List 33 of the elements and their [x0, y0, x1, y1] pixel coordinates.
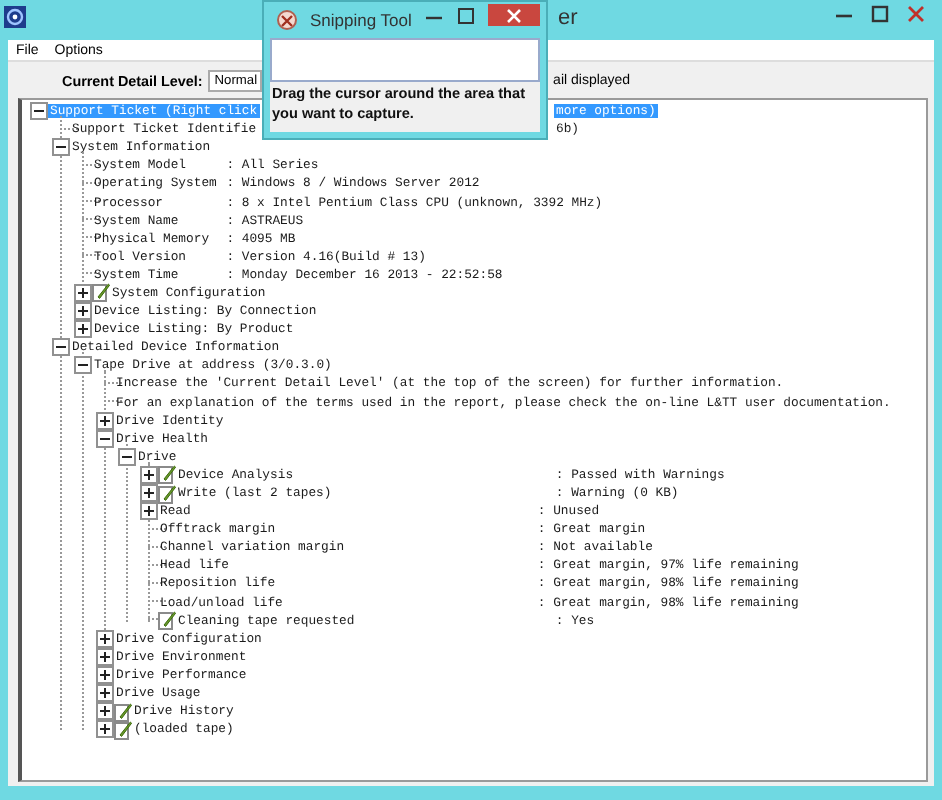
tree-toggle[interactable]	[118, 447, 136, 466]
tree-toggle[interactable]	[30, 102, 48, 121]
app-icon	[4, 5, 26, 27]
tree-toggle[interactable]	[96, 702, 114, 721]
tree-toggle[interactable]	[74, 283, 92, 302]
maximize-icon[interactable]	[870, 4, 890, 24]
maximize-icon[interactable]	[456, 6, 476, 26]
tree-toggle[interactable]	[96, 411, 114, 430]
notepad-icon	[158, 464, 176, 485]
tree-toggle[interactable]	[52, 138, 70, 157]
tree-toggle[interactable]	[96, 720, 114, 739]
close-button[interactable]	[488, 4, 540, 26]
window-title: er	[558, 6, 580, 30]
notepad-icon	[92, 282, 110, 303]
tree-toggle[interactable]	[96, 684, 114, 703]
tree-toggle[interactable]	[74, 320, 92, 339]
tree-toggle[interactable]	[74, 302, 92, 321]
notepad-icon	[158, 610, 176, 631]
notepad-icon	[158, 483, 176, 504]
tree-toggle[interactable]	[140, 484, 158, 503]
notepad-icon	[114, 701, 132, 722]
window-title: Snipping Tool	[310, 10, 412, 30]
notepad-icon	[114, 719, 132, 740]
close-icon[interactable]	[906, 4, 926, 24]
tree-toggle[interactable]	[96, 429, 114, 448]
tree-toggle[interactable]	[52, 338, 70, 357]
tree-toggle[interactable]	[96, 629, 114, 648]
tree-toggle[interactable]	[140, 465, 158, 484]
tree-toggle[interactable]	[96, 647, 114, 666]
tree-toggle[interactable]	[74, 356, 92, 375]
tree-toggle[interactable]	[140, 502, 158, 521]
close-icon	[506, 7, 522, 23]
tree-toggle[interactable]	[96, 665, 114, 684]
